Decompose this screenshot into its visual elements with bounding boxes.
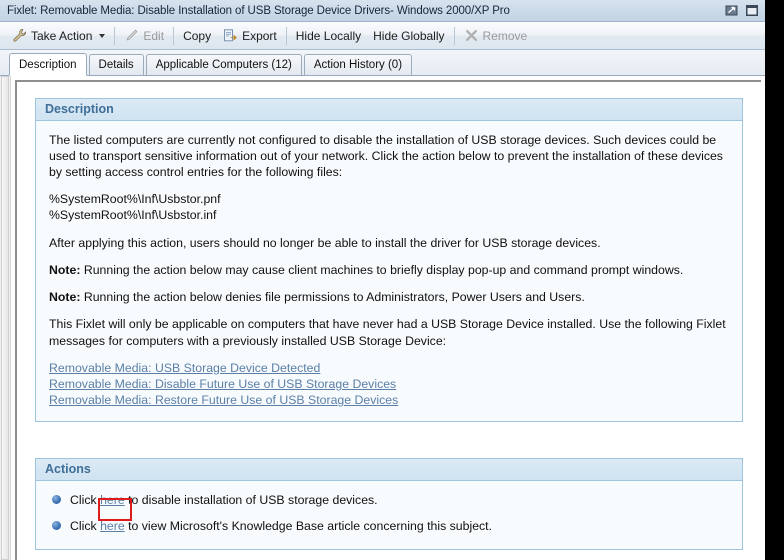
hide-locally-button[interactable]: Hide Locally xyxy=(290,25,367,47)
tab-details[interactable]: Details xyxy=(89,54,144,75)
action-item-kb-article[interactable]: Click here to view Microsoft's Knowledge… xyxy=(42,513,729,539)
bullet-icon xyxy=(52,495,61,504)
remove-button: Remove xyxy=(458,25,534,47)
restore-window-icon[interactable] xyxy=(725,4,739,17)
copy-label: Copy xyxy=(183,29,211,43)
wrench-icon xyxy=(12,28,27,43)
tab-action-history-label: Action History (0) xyxy=(314,59,402,71)
note-2-label: Note: xyxy=(49,290,80,304)
description-panel-body: The listed computers are currently not c… xyxy=(36,121,742,421)
note-1-text: Running the action below may cause clien… xyxy=(80,263,683,277)
tab-bar: Description Details Applicable Computers… xyxy=(0,50,765,76)
description-note-2: Note: Running the action below denies fi… xyxy=(49,289,729,305)
hide-locally-label: Hide Locally xyxy=(296,29,361,43)
fixlet-window: Fixlet: Removable Media: Disable Install… xyxy=(0,0,784,560)
take-action-label: Take Action xyxy=(31,29,92,43)
tab-description-label: Description xyxy=(19,59,77,71)
action-1-here-link[interactable]: here xyxy=(100,493,125,507)
action-2-prefix: Click xyxy=(70,519,100,533)
window-title-bar: Fixlet: Removable Media: Disable Install… xyxy=(0,0,765,22)
x-mark-icon xyxy=(464,28,479,43)
file-path-inf: %SystemRoot%\Inf\Usbstor.inf xyxy=(49,208,729,224)
action-2-suffix: to view Microsoft's Knowledge Base artic… xyxy=(125,519,492,533)
actions-panel-heading: Actions xyxy=(36,459,742,481)
link-restore-future-use[interactable]: Removable Media: Restore Future Use of U… xyxy=(49,392,729,408)
hide-globally-button[interactable]: Hide Globally xyxy=(367,25,450,47)
tab-applicable-computers-label: Applicable Computers (12) xyxy=(156,59,292,71)
action-1-prefix: Click xyxy=(70,493,100,507)
description-note-1: Note: Running the action below may cause… xyxy=(49,262,729,278)
action-1-suffix: to disable installation of USB storage d… xyxy=(125,493,378,507)
actions-panel: Actions Click here to disable installati… xyxy=(35,458,743,550)
action-item-disable-usb[interactable]: Click here to disable installation of US… xyxy=(42,487,729,513)
right-black-gutter xyxy=(765,0,784,560)
toolbar-separator xyxy=(114,27,115,45)
take-action-button[interactable]: Take Action xyxy=(6,25,111,47)
action-item-disable-usb-text: Click here to disable installation of US… xyxy=(70,492,378,508)
bullet-icon xyxy=(52,521,61,530)
note-2-text: Running the action below denies file per… xyxy=(80,290,584,304)
tab-applicable-computers[interactable]: Applicable Computers (12) xyxy=(146,54,302,75)
remove-label: Remove xyxy=(483,29,528,43)
file-path-pnf: %SystemRoot%\Inf\Usbstor.pnf xyxy=(49,192,729,208)
tab-action-history[interactable]: Action History (0) xyxy=(304,54,412,75)
description-paragraph-3: This Fixlet will only be applicable on c… xyxy=(49,316,729,348)
toolbar-separator xyxy=(286,27,287,45)
edit-button: Edit xyxy=(118,25,170,47)
action-2-here-link[interactable]: here xyxy=(100,519,125,533)
scrollbar-thumb[interactable] xyxy=(1,76,9,560)
edit-label: Edit xyxy=(143,29,164,43)
tab-details-label: Details xyxy=(99,59,134,71)
pencil-icon xyxy=(124,28,139,43)
description-paragraph-2: After applying this action, users should… xyxy=(49,235,729,251)
note-1-label: Note: xyxy=(49,263,80,277)
description-panel-heading: Description xyxy=(36,99,742,121)
window-controls xyxy=(725,4,765,17)
link-disable-future-use[interactable]: Removable Media: Disable Future Use of U… xyxy=(49,376,729,392)
export-button[interactable]: Export xyxy=(217,25,283,47)
window-title: Fixlet: Removable Media: Disable Install… xyxy=(0,5,510,17)
actions-section: Actions Click here to disable installati… xyxy=(35,458,743,550)
action-item-kb-article-text: Click here to view Microsoft's Knowledge… xyxy=(70,518,492,534)
file-path-list: %SystemRoot%\Inf\Usbstor.pnf %SystemRoot… xyxy=(49,192,729,224)
chevron-down-icon xyxy=(99,34,105,38)
fixlet-document: Description The listed computers are cur… xyxy=(15,80,761,560)
related-fixlet-links: Removable Media: USB Storage Device Dete… xyxy=(49,360,729,409)
vertical-scrollbar[interactable] xyxy=(0,76,11,560)
actions-panel-body: Click here to disable installation of US… xyxy=(36,481,742,549)
description-paragraph-1: The listed computers are currently not c… xyxy=(49,132,729,181)
export-document-icon xyxy=(223,28,238,43)
description-panel: Description The listed computers are cur… xyxy=(35,98,743,422)
link-usb-storage-device-detected[interactable]: Removable Media: USB Storage Device Dete… xyxy=(49,360,729,376)
toolbar-separator xyxy=(454,27,455,45)
export-label: Export xyxy=(242,29,277,43)
maximize-window-icon[interactable] xyxy=(745,4,759,17)
toolbar: Take Action Edit Copy xyxy=(0,22,765,50)
copy-button[interactable]: Copy xyxy=(177,25,217,47)
hide-globally-label: Hide Globally xyxy=(373,29,444,43)
tab-description[interactable]: Description xyxy=(9,53,87,76)
toolbar-separator xyxy=(173,27,174,45)
content-area: Description The listed computers are cur… xyxy=(0,76,765,560)
